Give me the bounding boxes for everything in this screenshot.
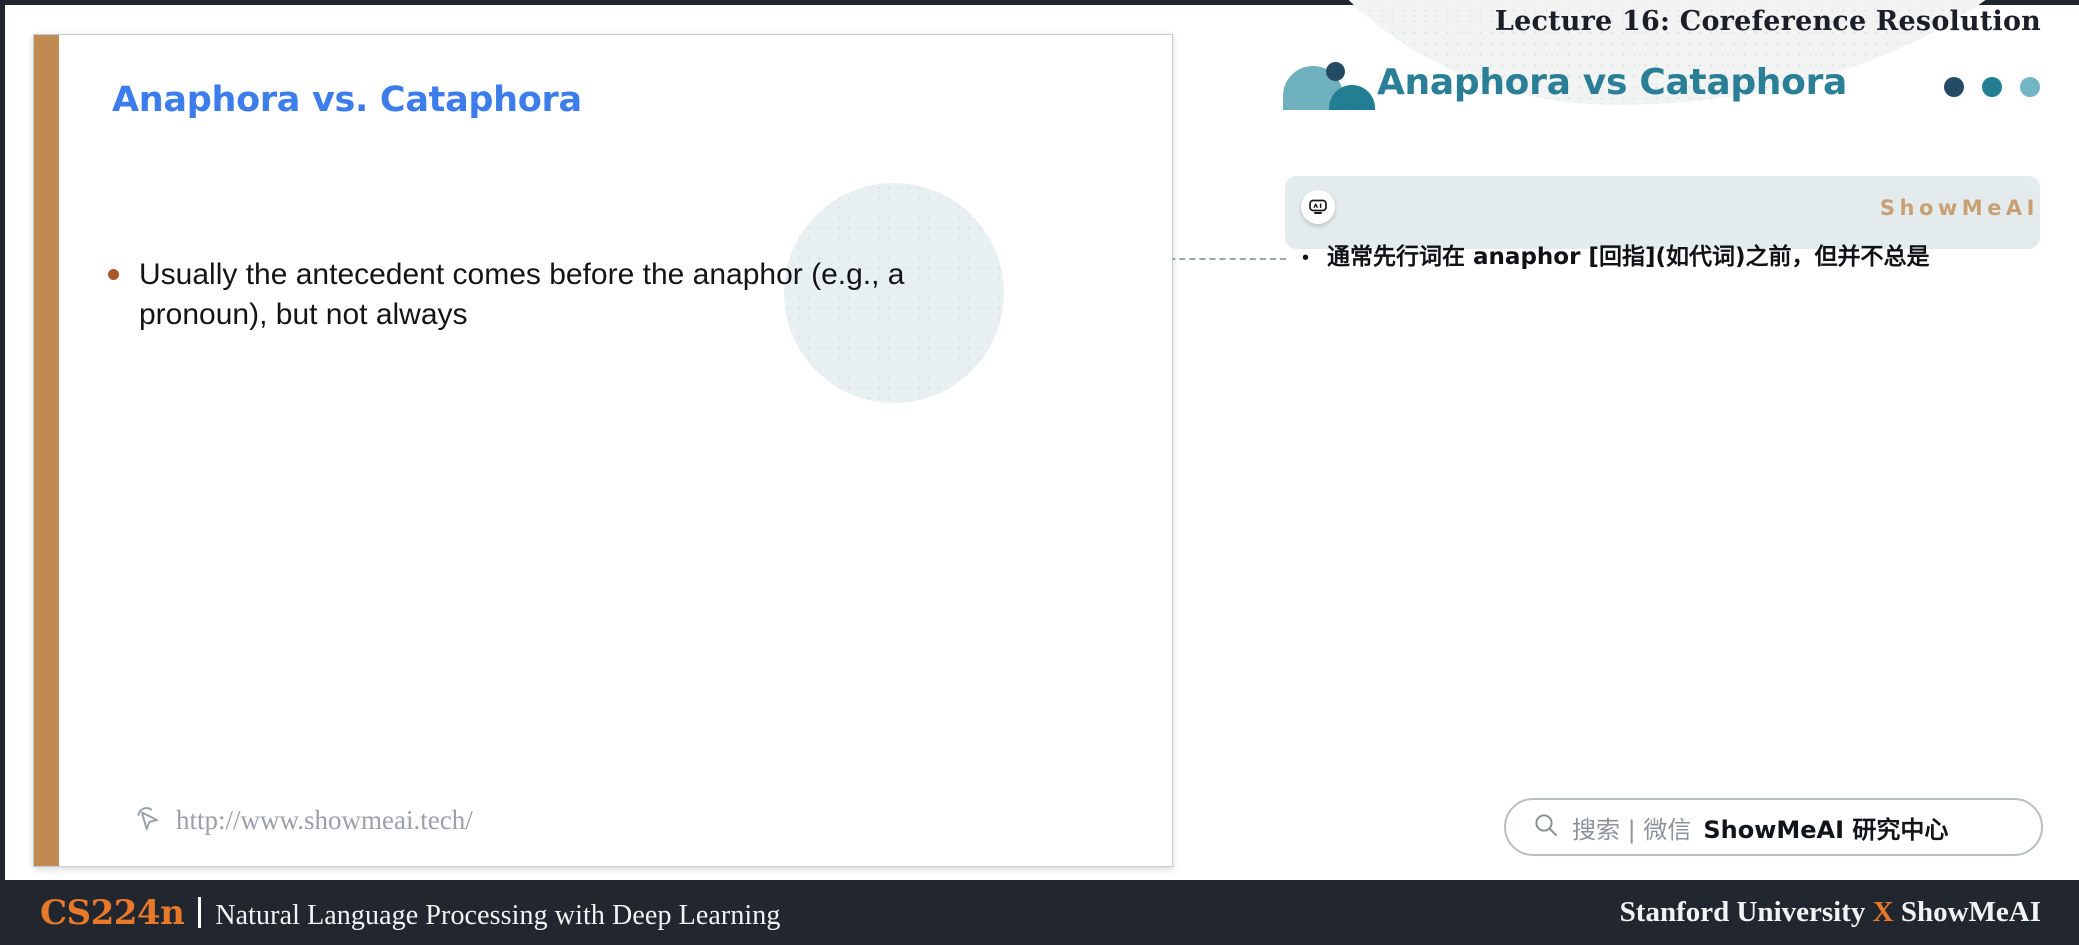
slide-bullet-text: Usually the antecedent comes before the … (139, 258, 905, 331)
footer-partner-left: Stanford University (1619, 896, 1866, 928)
slide-card: Anaphora vs. Cataphora Usually the antec… (33, 34, 1173, 867)
showmeai-brand-mark: ShowMeAI (1879, 196, 2039, 220)
decorative-dots-group (1944, 77, 2040, 97)
slide-watermark: http://www.showmeai.tech/ (132, 803, 473, 838)
translation-bullet-row: • 通常先行词在 anaphor [回指](如代词)之前，但并不总是 (1302, 243, 2032, 272)
search-icon (1532, 811, 1560, 844)
footer-course-code: CS224n (40, 892, 185, 933)
footer-left-group: CS224n Natural Language Processing with … (40, 893, 781, 933)
watermark-url: http://www.showmeai.tech/ (176, 805, 473, 835)
left-frame-strip (0, 0, 5, 880)
search-brand-label: ShowMeAI 研究中心 (1703, 815, 1949, 844)
ai-robot-badge-icon (1301, 190, 1335, 224)
dot-dark (1944, 77, 1964, 97)
logo-dot (1326, 62, 1345, 81)
translation-bullet-text: 通常先行词在 anaphor [回指](如代词)之前，但并不总是 (1327, 244, 1930, 270)
dot-medium (1982, 77, 2002, 97)
search-placeholder: 搜索 | 微信 (1572, 815, 1692, 844)
footer-bar: CS224n Natural Language Processing with … (0, 880, 2079, 945)
footer-partner-group: Stanford University X ShowMeAI (1620, 896, 2041, 929)
dot-light (2020, 77, 2040, 97)
slide-bullet-row: Usually the antecedent comes before the … (108, 255, 1048, 334)
footer-divider (198, 897, 202, 928)
lecture-title: Lecture 16: Coreference Resolution (1494, 6, 2041, 37)
showmeai-logo-icon (1283, 62, 1375, 110)
panel-title: Anaphora vs Cataphora (1377, 62, 1848, 103)
footer-partner-x: X (1872, 896, 1894, 928)
slide-viewer-page: Lecture 16: Coreference Resolution Anaph… (0, 0, 2079, 945)
slide-title: Anaphora vs. Cataphora (112, 80, 582, 120)
slide-accent-bar (34, 35, 59, 866)
footer-partner-right: ShowMeAI (1900, 896, 2041, 928)
footer-course-subtitle: Natural Language Processing with Deep Le… (215, 899, 781, 931)
translation-bullet-marker: • (1302, 247, 1310, 269)
cursor-pointer-icon (132, 803, 162, 838)
search-box[interactable]: 搜索 | 微信 ShowMeAI 研究中心 (1504, 798, 2043, 856)
slide-bullet-marker (108, 269, 119, 280)
